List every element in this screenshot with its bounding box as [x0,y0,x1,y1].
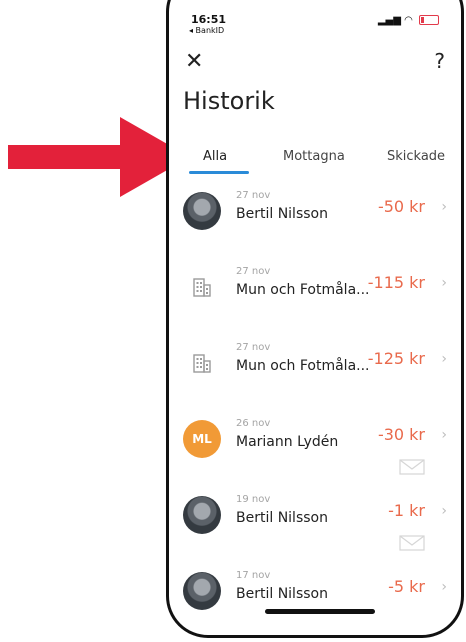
transaction-name: Bertil Nilsson [236,206,328,222]
transaction-date: 27 nov [236,190,271,201]
transaction-name: Bertil Nilsson [236,586,328,602]
contact-photo-avatar [183,572,221,610]
transaction-name: Bertil Nilsson [236,510,328,526]
transaction-row[interactable]: 27 nov Bertil Nilsson -50 kr › [169,173,461,249]
close-icon: ✕ [185,49,204,74]
transaction-name: Mun och Fotmåla... [236,358,370,374]
tab-skickade[interactable]: Skickade [387,149,445,164]
transaction-amount: -5 kr [388,577,425,596]
transaction-name: Mun och Fotmåla... [236,282,370,298]
phone-frame: 16:51 ◂ BankID ▂▄▆ ◠ ✕ ? Historik Alla M… [166,0,464,638]
transaction-date: 26 nov [236,418,271,429]
building-icon [193,354,211,373]
system-status-icons: ▂▄▆ ◠ [378,15,439,26]
transaction-amount: -115 kr [367,273,425,292]
help-button[interactable]: ? [434,49,445,73]
red-arrow-annotation [8,117,190,197]
chevron-right-icon: › [441,503,447,519]
transaction-row[interactable]: ML 26 nov Mariann Lydén -30 kr › [169,401,461,477]
transaction-row[interactable]: 27 nov Mun och Fotmåla... -125 kr › [169,325,461,401]
transaction-row[interactable]: 17 nov Bertil Nilsson -5 kr › [169,553,461,629]
tab-alla[interactable]: Alla [203,149,227,164]
envelope-icon [399,459,425,475]
transaction-amount: -50 kr [377,197,425,216]
transaction-date: 19 nov [236,494,271,505]
transaction-date: 27 nov [236,266,271,277]
chevron-right-icon: › [441,579,447,595]
battery-icon [419,15,439,25]
chevron-right-icon: › [441,351,447,367]
chevron-right-icon: › [441,427,447,443]
chevron-right-icon: › [441,275,447,291]
transaction-amount: -30 kr [377,425,425,444]
transaction-amount: -125 kr [367,349,425,368]
home-indicator[interactable] [265,609,375,614]
tab-mottagna[interactable]: Mottagna [283,149,345,164]
back-to-app-link[interactable]: ◂ BankID [189,26,224,35]
signal-icon: ▂▄▆ [377,15,401,26]
chevron-right-icon: › [441,199,447,215]
close-button[interactable]: ✕ [185,49,203,74]
transaction-row[interactable]: 27 nov Mun och Fotmåla... -115 kr › [169,249,461,325]
transaction-list: 27 nov Bertil Nilsson -50 kr › 27 nov Mu… [169,173,461,629]
building-icon [193,278,211,297]
transaction-row[interactable]: 19 nov Bertil Nilsson -1 kr › [169,477,461,553]
wifi-icon: ◠ [404,15,413,26]
transaction-date: 27 nov [236,342,271,353]
contact-photo-avatar [183,496,221,534]
status-time: 16:51 [191,13,227,26]
transaction-name: Mariann Lydén [236,434,339,450]
transaction-date: 17 nov [236,570,271,581]
contact-photo-avatar [183,192,221,230]
transaction-amount: -1 kr [388,501,425,520]
status-bar [169,0,461,13]
initials-avatar: ML [183,420,221,458]
envelope-icon [399,535,425,551]
tab-bar: Alla Mottagna Skickade [169,143,461,177]
page-title: Historik [183,87,275,115]
